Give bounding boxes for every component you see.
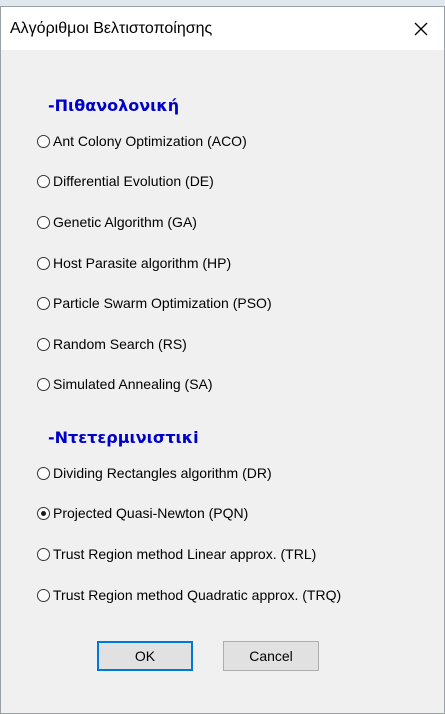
radio-button[interactable] xyxy=(37,337,50,351)
radio-trl[interactable]: Trust Region method Linear approx. (TRL) xyxy=(37,542,316,566)
radio-label: Trust Region method Quadratic approx. (T… xyxy=(53,587,342,603)
radio-rs[interactable]: Random Search (RS) xyxy=(37,332,187,356)
close-button[interactable] xyxy=(398,7,444,50)
close-icon xyxy=(414,22,428,35)
radio-button[interactable] xyxy=(37,256,50,270)
radio-label: Random Search (RS) xyxy=(53,336,187,352)
radio-button[interactable] xyxy=(37,588,50,602)
radio-sa[interactable]: Simulated Annealing (SA) xyxy=(37,372,213,396)
radio-de[interactable]: Differential Evolution (DE) xyxy=(37,169,214,193)
radio-label: Trust Region method Linear approx. (TRL) xyxy=(53,546,317,562)
radio-dr[interactable]: Dividing Rectangles algorithm (DR) xyxy=(37,461,272,485)
section-title-deterministic: -Ντετερμινιστικi xyxy=(48,428,199,447)
radio-button[interactable] xyxy=(37,377,50,391)
radio-label: Projected Quasi-Newton (PQN) xyxy=(53,505,249,521)
radio-label: Simulated Annealing (SA) xyxy=(53,376,213,392)
radio-hp[interactable]: Host Parasite algorithm (HP) xyxy=(37,251,231,275)
radio-label: Differential Evolution (DE) xyxy=(53,173,214,189)
radio-button-selected[interactable] xyxy=(37,506,50,520)
radio-label: Ant Colony Optimization (ACO) xyxy=(53,133,247,149)
radio-button[interactable] xyxy=(37,466,50,480)
dialog-content: -Πιθανολονική Ant Colony Optimization (A… xyxy=(1,50,444,713)
radio-label: Host Parasite algorithm (HP) xyxy=(53,255,232,271)
radio-ga[interactable]: Genetic Algorithm (GA) xyxy=(37,210,197,234)
radio-label: Dividing Rectangles algorithm (DR) xyxy=(53,465,272,481)
radio-pso[interactable]: Particle Swarm Optimization (PSO) xyxy=(37,291,272,315)
radio-button[interactable] xyxy=(37,174,50,188)
ok-button[interactable]: OK xyxy=(97,641,193,671)
section-title-probabilistic: -Πιθανολονική xyxy=(48,96,180,115)
radio-label: Particle Swarm Optimization (PSO) xyxy=(53,295,272,311)
window-title: Αλγόριθμοι Βελτιστοποίησης xyxy=(10,20,213,37)
radio-aco[interactable]: Ant Colony Optimization (ACO) xyxy=(37,129,247,153)
radio-button[interactable] xyxy=(37,134,50,148)
radio-button[interactable] xyxy=(37,547,50,561)
radio-trq[interactable]: Trust Region method Quadratic approx. (T… xyxy=(37,583,341,607)
title-bar: Αλγόριθμοι Βελτιστοποίησης xyxy=(1,7,444,50)
radio-button[interactable] xyxy=(37,215,50,229)
radio-button[interactable] xyxy=(37,296,50,310)
dialog-window: Αλγόριθμοι Βελτιστοποίησης -Πιθανολονική… xyxy=(0,6,445,714)
cancel-button[interactable]: Cancel xyxy=(223,641,319,671)
radio-label: Genetic Algorithm (GA) xyxy=(53,214,197,230)
radio-pqn[interactable]: Projected Quasi-Newton (PQN) xyxy=(37,501,248,525)
